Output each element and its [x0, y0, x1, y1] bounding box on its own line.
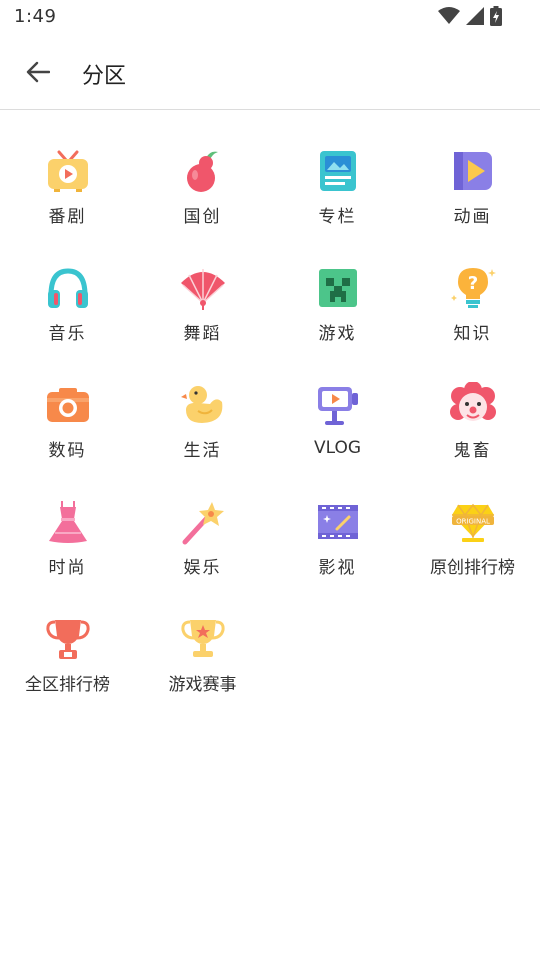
animation-icon [449, 148, 497, 194]
status-bar: 1:49 [0, 0, 540, 34]
category-digital[interactable]: 数码 [0, 344, 135, 461]
battery-icon [490, 6, 502, 26]
arrow-left-icon [26, 61, 50, 83]
category-label: VLOG [313, 438, 362, 458]
category-label: 影视 [318, 558, 357, 578]
app-bar: 分区 [0, 34, 540, 110]
category-label: 原创排行榜 [430, 558, 515, 578]
category-music[interactable]: 音乐 [0, 227, 135, 344]
category-all-ranking[interactable]: 全区排行榜 [0, 578, 135, 695]
lightbulb-icon: ? [449, 265, 497, 311]
category-life[interactable]: 生活 [135, 344, 270, 461]
category-label: 动画 [453, 207, 492, 227]
wifi-icon [438, 7, 460, 24]
category-label: 知识 [453, 324, 492, 344]
category-dance[interactable]: 舞蹈 [135, 227, 270, 344]
category-game[interactable]: 游戏 [270, 227, 405, 344]
trophy-gold-icon [179, 616, 227, 662]
dress-icon [44, 499, 92, 545]
category-label: 鬼畜 [453, 441, 492, 461]
magic-wand-icon [179, 499, 227, 545]
article-icon [314, 148, 362, 194]
trophy-red-icon [44, 616, 92, 662]
category-label: 专栏 [318, 207, 357, 227]
status-time: 1:49 [14, 6, 57, 27]
creeper-icon [314, 265, 362, 311]
category-vlog[interactable]: VLOG [270, 344, 405, 461]
category-label: 全区排行榜 [25, 675, 110, 695]
category-film[interactable]: 影视 [270, 461, 405, 578]
category-entertainment[interactable]: 娱乐 [135, 461, 270, 578]
signal-icon [466, 7, 484, 25]
tv-icon [44, 148, 92, 194]
category-label: 娱乐 [183, 558, 222, 578]
category-label: 舞蹈 [183, 324, 222, 344]
film-icon [314, 499, 362, 545]
svg-text:ORIGINAL: ORIGINAL [456, 518, 490, 526]
status-icons [438, 6, 502, 26]
category-label: 游戏赛事 [168, 675, 237, 695]
category-label: 国创 [183, 207, 222, 227]
category-knowledge[interactable]: ? 知识 [405, 227, 540, 344]
category-kichiku[interactable]: 鬼畜 [405, 344, 540, 461]
fan-icon [179, 265, 227, 311]
category-label: 番剧 [48, 207, 87, 227]
headphones-icon [44, 265, 92, 311]
category-original-ranking[interactable]: ORIGINAL 原创排行榜 [405, 461, 540, 578]
category-column[interactable]: 专栏 [270, 110, 405, 227]
duck-icon [179, 382, 227, 428]
category-label: 音乐 [48, 324, 87, 344]
clown-icon [449, 382, 497, 428]
category-animation[interactable]: 动画 [405, 110, 540, 227]
gourd-icon [179, 148, 227, 194]
svg-text:?: ? [467, 273, 477, 294]
original-badge-icon: ORIGINAL [449, 499, 497, 545]
camera-icon [44, 382, 92, 428]
category-esports[interactable]: 游戏赛事 [135, 578, 270, 695]
page-title: 分区 [82, 64, 127, 89]
category-fashion[interactable]: 时尚 [0, 461, 135, 578]
category-bangumi[interactable]: 番剧 [0, 110, 135, 227]
category-label: 生活 [183, 441, 222, 461]
vlog-camera-icon [314, 382, 362, 430]
category-label: 数码 [48, 441, 87, 461]
category-label: 时尚 [48, 558, 87, 578]
category-guochuang[interactable]: 国创 [135, 110, 270, 227]
back-button[interactable] [18, 54, 58, 90]
category-label: 游戏 [318, 324, 357, 344]
